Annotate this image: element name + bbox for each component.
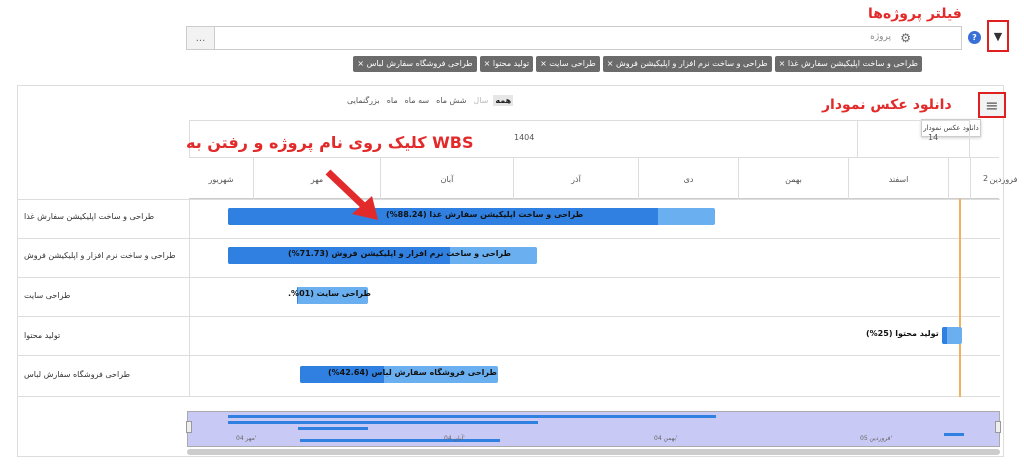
navigator-series [944,433,964,436]
filter-annotation: فیلتر پروژه‌ها [868,6,962,22]
navigator-tick: فروردین 05' [860,435,893,442]
download-annotation: دانلود عکس نمودار [822,97,952,113]
wbs-click-hint: کلیک روی نام پروژه و رفتن به WBS [186,133,474,152]
month-dey: دی [638,158,738,200]
range-navigator[interactable]: مهر 04' آبان 04' بهمن 04' فروردین 05' [187,411,1000,447]
zoom-3m[interactable]: سه ماه [403,95,431,106]
hint-arrow-icon [325,169,378,220]
navigator-tick: بهمن 04' [654,435,678,442]
zoom-selector: همه سال شش ماه سه ماه ماه بزرگنمایی [345,95,514,106]
month-shahrivar: شهریور [208,174,234,184]
navigator-left-handle[interactable] [186,421,192,433]
zoom-1m[interactable]: ماه [385,95,400,106]
month-esfand: اسفند [848,158,948,200]
zoom-all[interactable]: همه [493,95,514,106]
task-bar-label: تولید محتوا (25%) [866,329,939,338]
navigator-tick: مهر 04' [236,435,257,442]
row-divider [17,355,1000,356]
next-year-label: 14 [928,133,939,142]
row-divider [17,277,1000,278]
chip-content[interactable]: تولید محتوا × [479,56,534,72]
project-name-link[interactable]: تولید محتوا [24,331,184,340]
project-search-bar[interactable]: ... پروژه ⚙ [186,26,962,50]
more-button[interactable]: ... [187,27,215,49]
navigator-series [228,421,538,424]
zoom-year[interactable]: سال [471,95,490,106]
task-bar-label: طراحی و ساخت نرم افزار و اپلیکیشن فروش (… [288,249,511,258]
chip-food-app[interactable]: طراحی و ساخت اپلیکیشن سفارش غذا × [774,56,922,72]
row-divider [17,396,1000,397]
project-name-link[interactable]: طراحی سایت [24,291,184,300]
task-bar[interactable]: تولید محتوا (25%) [866,327,962,344]
task-bar-label: طراحی و ساخت اپلیکیشن سفارش غذا (88.24%) [386,210,584,219]
navigator-scrollbar[interactable] [187,449,1000,455]
edge-column-label: 2 [970,157,1000,199]
task-bar-label: طراحی سایت (01%. [288,289,371,298]
navigator-series [298,427,368,430]
selected-project-chips: طراحی و ساخت اپلیکیشن سفارش غذا × طراحی … [288,56,922,72]
project-name-link[interactable]: طراحی و ساخت اپلیکیشن سفارش غذا [24,212,184,221]
zoom-6m[interactable]: شش ماه [434,95,468,106]
project-name-link[interactable]: طراحی و ساخت نرم افزار و اپلیکیشن فروش [24,251,184,260]
project-name-link[interactable]: طراحی فروشگاه سفارش لباس [24,370,184,379]
chip-sales-app[interactable]: طراحی و ساخت نرم افزار و اپلیکیشن فروش × [602,56,772,72]
today-marker [959,199,961,397]
navigator-series [300,439,500,442]
task-bar[interactable]: طراحی سایت (01%. [288,287,371,304]
row-divider [17,238,1000,239]
task-bar[interactable]: طراحی و ساخت نرم افزار و اپلیکیشن فروش (… [228,247,537,264]
search-placeholder: پروژه [870,32,891,42]
filter-icon: ▼ [993,29,1003,43]
task-bar[interactable]: طراحی و ساخت اپلیکیشن سفارش غذا (88.24%) [228,208,715,225]
month-azar: آذر [513,158,638,200]
row-divider [17,199,1000,200]
navigator-right-handle[interactable] [995,421,1001,433]
task-bar[interactable]: طراحی فروشگاه سفارش لباس (42.64%) [300,366,498,383]
zoom-label: بزرگنمایی [347,96,380,105]
next-year-header: 14 [858,120,970,157]
filter-button[interactable]: ▼ [987,20,1009,52]
chip-clothing-store[interactable]: طراحی فروشگاه سفارش لباس × [353,56,477,72]
month-header-row: شهریور مهر آبان آذر دی بهمن اسفند فروردی… [189,157,1017,200]
chart-menu-button[interactable]: ≡ [978,92,1006,118]
task-progress [942,327,947,344]
hamburger-icon: ≡ [985,95,999,115]
month-bahman: بهمن [738,158,848,200]
year-label: 1404 [514,133,535,142]
navigator-series [228,415,716,418]
projects-icon: ⚙ [900,31,911,45]
help-icon[interactable]: ? [968,31,981,44]
month-aban: آبان [380,158,513,200]
navigator-tick: آبان 04' [444,435,465,442]
task-bar-label: طراحی فروشگاه سفارش لباس (42.64%) [328,368,497,377]
grid-separator [189,199,190,397]
row-divider [17,316,1000,317]
chip-website[interactable]: طراحی سایت × [536,56,600,72]
